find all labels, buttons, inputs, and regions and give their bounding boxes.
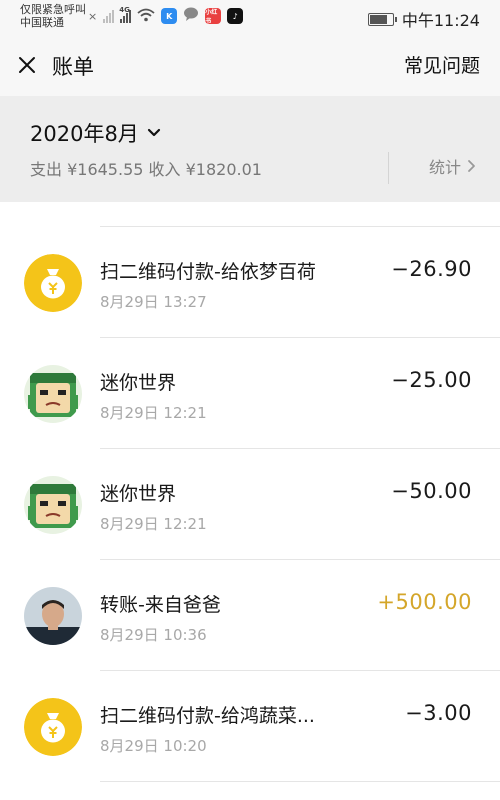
tiktok-icon: ♪ [227, 8, 244, 24]
signal-icon [103, 9, 115, 23]
battery-icon [367, 12, 397, 26]
transaction-time: 8月29日 10:20 [100, 737, 207, 755]
transaction-row[interactable]: 转账-来自爸爸 8月29日 10:36 +500.00 [0, 560, 500, 671]
transaction-title: 扫二维码付款-给鸿蔬菜... [100, 705, 315, 727]
divider [388, 152, 389, 184]
month-selector[interactable]: 2020年8月 [30, 118, 161, 148]
chevron-down-icon [147, 128, 160, 137]
moneybag-icon [24, 698, 82, 756]
k-app-icon: K [161, 8, 178, 24]
transaction-amount: −3.00 [405, 701, 472, 725]
wifi-icon [137, 7, 155, 26]
news-app-icon: 小红书 [205, 8, 222, 25]
chat-bubble-icon [183, 6, 199, 26]
transaction-title: 迷你世界 [100, 372, 177, 394]
carrier-name: 中国联通 [20, 16, 64, 29]
close-button[interactable] [12, 50, 42, 80]
divider [100, 781, 500, 782]
mini-world-avatar [24, 365, 82, 423]
transaction-row[interactable]: 扫二维码付款-给鸿蔬菜... 8月29日 10:20 −3.00 [0, 671, 500, 782]
carrier-info: 仅限紧急呼叫 中国联通 [20, 3, 86, 29]
transaction-amount: −25.00 [391, 368, 472, 392]
transaction-time: 8月29日 12:21 [100, 404, 207, 422]
person-avatar [24, 587, 82, 645]
nav-bar: 账单 常见问题 [0, 34, 500, 96]
transaction-time: 8月29日 12:21 [100, 515, 207, 533]
totals-text: 支出 ¥1645.55 收入 ¥1820.01 [30, 160, 262, 179]
faq-button[interactable]: 常见问题 [404, 51, 480, 78]
transaction-title: 扫二维码付款-给依梦百荷 [100, 261, 316, 283]
page-title: 账单 [52, 55, 94, 79]
moneybag-icon [24, 254, 82, 312]
transaction-row[interactable]: 扫二维码付款-给依梦百荷 8月29日 13:27 −26.90 [0, 227, 500, 338]
signal-4g-icon: 4G [119, 6, 132, 23]
transaction-title: 转账-来自爸爸 [100, 594, 221, 616]
status-icons: × 4G K 小红书 ♪ [88, 6, 244, 26]
transaction-time: 8月29日 13:27 [100, 293, 207, 311]
status-bar: 仅限紧急呼叫 中国联通 × 4G K 小红书 ♪ 中午11:24 [0, 0, 500, 34]
close-icon [19, 57, 35, 73]
transaction-row[interactable]: 迷你世界 8月29日 12:21 −25.00 [0, 338, 500, 449]
mini-world-avatar [24, 476, 82, 534]
transaction-amount: −50.00 [391, 479, 472, 503]
month-label: 2020年8月 [30, 122, 139, 146]
statistics-label: 统计 [428, 158, 461, 177]
chevron-right-icon [468, 160, 475, 172]
transaction-row[interactable]: 迷你世界 8月29日 12:21 −50.00 [0, 449, 500, 560]
statistics-button[interactable]: 统计 [429, 154, 476, 178]
transaction-title: 迷你世界 [100, 483, 177, 505]
carrier-emergency-text: 仅限紧急呼叫 [20, 3, 86, 16]
clock: 中午11:24 [401, 11, 480, 30]
transaction-time: 8月29日 10:36 [100, 626, 207, 644]
month-summary: 2020年8月 支出 ¥1645.55 收入 ¥1820.01 统计 [0, 96, 500, 202]
transaction-amount: −26.90 [391, 257, 472, 281]
x-mark: × [88, 9, 98, 23]
status-right: 中午11:24 [367, 7, 480, 31]
transaction-amount: +500.00 [377, 590, 472, 614]
